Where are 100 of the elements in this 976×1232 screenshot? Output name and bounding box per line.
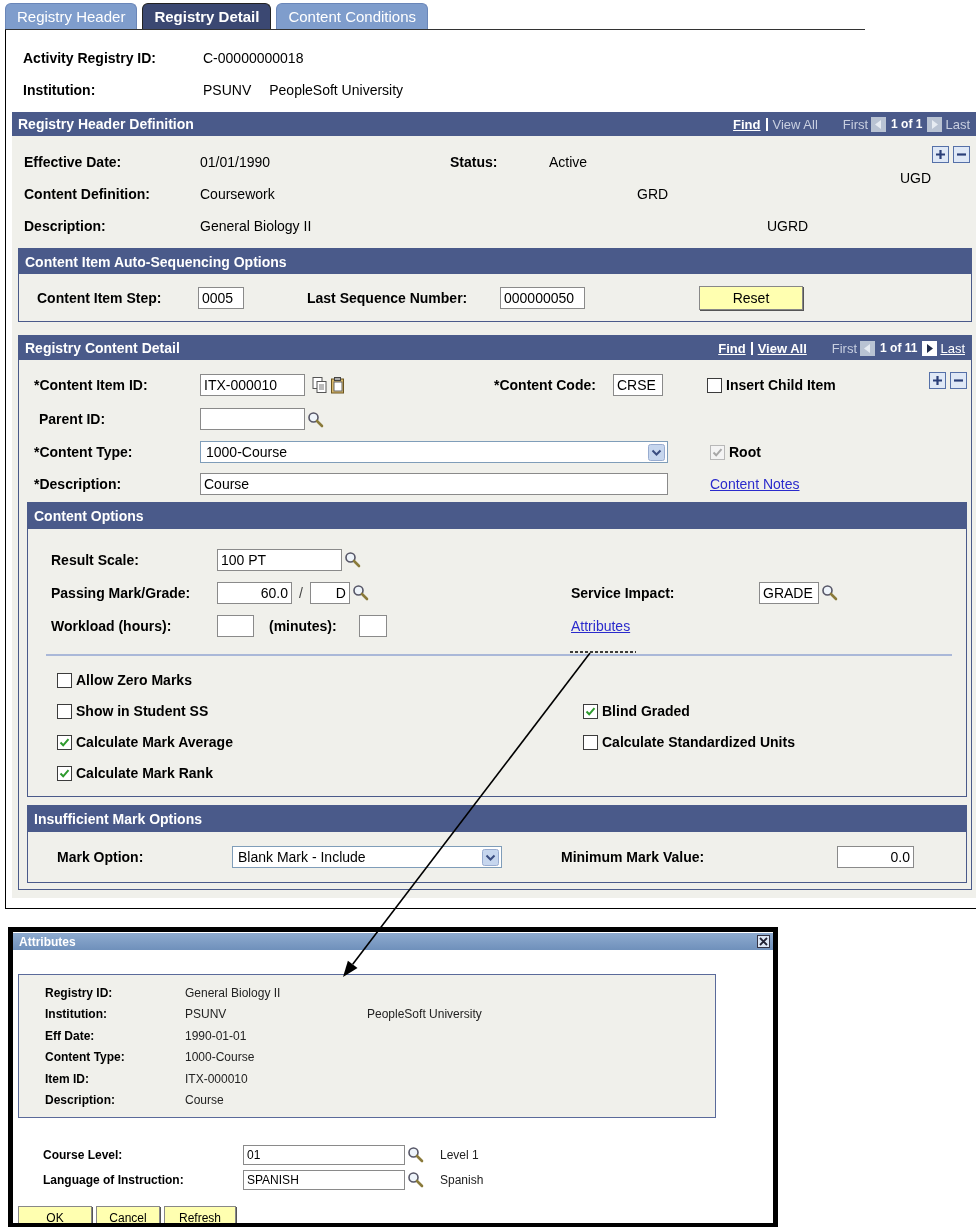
field-label: Status: bbox=[450, 154, 498, 170]
clipboard-icon[interactable] bbox=[329, 376, 347, 394]
section-title: Registry Content Detail bbox=[25, 340, 180, 356]
close-icon[interactable] bbox=[757, 935, 770, 948]
code-value: UGRD bbox=[767, 218, 809, 234]
plus-icon[interactable] bbox=[932, 146, 949, 163]
checkbox[interactable] bbox=[57, 703, 72, 719]
field-value: PSUNV bbox=[185, 1007, 228, 1022]
field-description: Level 1 bbox=[440, 1147, 479, 1162]
nav-link[interactable]: Find bbox=[733, 116, 761, 132]
checkbox[interactable] bbox=[583, 734, 598, 750]
field-value: Course bbox=[185, 1093, 225, 1108]
search-icon[interactable] bbox=[344, 551, 361, 568]
checkbox[interactable] bbox=[57, 734, 72, 750]
minus-icon[interactable] bbox=[950, 372, 967, 389]
result-scale-field[interactable]: 100 PT bbox=[217, 548, 342, 571]
dialog-button[interactable]: Refresh bbox=[164, 1206, 236, 1223]
field-value: 1990-01-01 bbox=[185, 1028, 248, 1043]
checkbox[interactable] bbox=[57, 765, 72, 781]
input-field[interactable]: SPANISH bbox=[243, 1169, 405, 1190]
code-value: UGD bbox=[900, 170, 932, 186]
service-impact-field[interactable]: GRADE bbox=[759, 581, 819, 604]
checkbox-label: Show in Student SS bbox=[76, 703, 209, 720]
page-count: 1 of 1 bbox=[891, 117, 923, 131]
nav-link[interactable]: Find bbox=[718, 340, 746, 356]
section-title: Insufficient Mark Options bbox=[34, 811, 202, 827]
plus-icon[interactable] bbox=[929, 372, 946, 389]
field-label: Eff Date: bbox=[45, 1028, 96, 1043]
sequence-field[interactable]: 000000050 bbox=[500, 286, 585, 309]
field-label: Effective Date: bbox=[24, 154, 122, 170]
field-label: Course Level: bbox=[43, 1147, 124, 1162]
search-icon[interactable] bbox=[407, 1146, 424, 1163]
nav-link[interactable]: View All bbox=[757, 340, 807, 356]
hours-field[interactable] bbox=[217, 614, 254, 637]
dialog-button[interactable]: OK bbox=[18, 1206, 92, 1223]
content-notes-link[interactable]: Content Notes bbox=[710, 476, 800, 492]
field-label: Parent ID: bbox=[39, 411, 107, 427]
input-field[interactable]: 01 bbox=[243, 1144, 405, 1165]
attributes-link[interactable]: Attributes bbox=[571, 617, 631, 634]
field-label: *Description: bbox=[34, 476, 123, 492]
item-id-field[interactable]: ITX-000010 bbox=[200, 374, 305, 396]
field-description: Spanish bbox=[440, 1172, 484, 1187]
letter-mark-field[interactable]: D bbox=[309, 581, 350, 604]
field-label: Result Scale: bbox=[51, 551, 140, 568]
mark-option-select[interactable]: Blank Mark - Include bbox=[232, 846, 502, 868]
field-label: Workload (hours): bbox=[51, 617, 173, 634]
checkbox-label: Insert Child Item bbox=[726, 377, 836, 393]
field-value: General Biology II bbox=[185, 985, 282, 1000]
field-label: Registry ID: bbox=[45, 985, 114, 1000]
field-value: Active bbox=[549, 154, 588, 170]
dialog-title: Attributes bbox=[19, 934, 76, 949]
field-label: Last Sequence Number: bbox=[307, 289, 469, 306]
field-label: Content Definition: bbox=[24, 186, 150, 202]
field-label: *Content Item ID: bbox=[34, 377, 149, 393]
section-title: Registry Header Definition bbox=[18, 116, 194, 132]
search-icon[interactable] bbox=[307, 410, 324, 428]
search-icon[interactable] bbox=[351, 584, 369, 601]
dialog-button[interactable]: Cancel bbox=[96, 1206, 160, 1223]
field-label: Language of Instruction: bbox=[43, 1172, 185, 1187]
field-value: PSUNV bbox=[203, 82, 252, 98]
field-label: Institution: bbox=[23, 82, 97, 98]
field-value: 01/01/1990 bbox=[200, 154, 271, 170]
field-label: Content Type: bbox=[45, 1050, 126, 1065]
last-link[interactable]: Last bbox=[940, 340, 965, 356]
minimum-mark-field[interactable]: 0.0 bbox=[837, 846, 914, 868]
field-label: Activity Registry ID: bbox=[23, 50, 158, 66]
passing-mark-field[interactable]: 60.0 bbox=[217, 581, 292, 604]
parent-id-field[interactable] bbox=[200, 408, 305, 430]
separator-text: / bbox=[299, 584, 303, 601]
field-value: 1000-Course bbox=[185, 1050, 256, 1065]
tab[interactable]: Registry Detail bbox=[142, 3, 272, 29]
step-field[interactable]: 0005 bbox=[198, 286, 244, 309]
description-field[interactable]: Course bbox=[200, 473, 668, 495]
minutes-field[interactable] bbox=[359, 614, 387, 637]
field-label: Passing Mark/Grade: bbox=[51, 584, 192, 601]
field-value: PeopleSoft University bbox=[367, 1007, 483, 1022]
checkbox[interactable] bbox=[57, 672, 72, 688]
section-title: Content Options bbox=[34, 508, 144, 524]
search-icon[interactable] bbox=[407, 1171, 424, 1188]
field-label: Content Item Step: bbox=[37, 289, 163, 306]
reset-button[interactable]: Reset bbox=[699, 285, 803, 310]
field-value: General Biology II bbox=[200, 218, 312, 234]
checkbox-label: Calculate Mark Rank bbox=[76, 765, 213, 782]
field-label: Service Impact: bbox=[571, 584, 676, 601]
search-icon[interactable] bbox=[821, 584, 838, 601]
checkbox-label: Calculate Standardized Units bbox=[602, 734, 795, 751]
field-value: Coursework bbox=[200, 186, 275, 202]
checkbox[interactable] bbox=[707, 377, 722, 393]
copy-icon[interactable] bbox=[311, 376, 329, 394]
content-type-select[interactable]: 1000-Course bbox=[200, 441, 668, 463]
content-code-field[interactable]: CRSE bbox=[613, 374, 663, 396]
field-value: ITX-000010 bbox=[185, 1071, 249, 1086]
minus-icon[interactable] bbox=[953, 146, 970, 163]
checkbox-label: Allow Zero Marks bbox=[76, 672, 192, 689]
page-count: 1 of 11 bbox=[880, 341, 918, 355]
code-value: GRD bbox=[637, 186, 669, 202]
section-title: Content Item Auto-Sequencing Options bbox=[25, 253, 287, 270]
checkbox-label: Calculate Mark Average bbox=[76, 734, 233, 751]
checkbox[interactable] bbox=[583, 703, 598, 719]
field-label: *Content Type: bbox=[34, 444, 134, 460]
